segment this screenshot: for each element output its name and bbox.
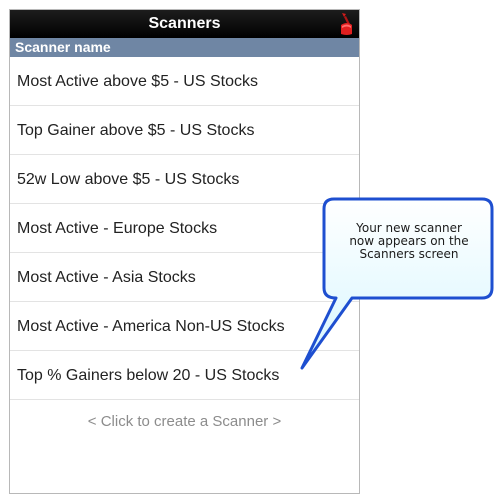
callout-line: Scanners screen bbox=[359, 247, 459, 261]
list-item[interactable]: Top Gainer above $5 - US Stocks bbox=[10, 106, 359, 155]
title-bar: Scanners bbox=[10, 10, 359, 38]
red-flag-icon[interactable] bbox=[337, 12, 355, 36]
page-title: Scanners bbox=[148, 15, 221, 32]
create-scanner-button[interactable]: < Click to create a Scanner > bbox=[10, 400, 359, 444]
list-item[interactable]: Most Active above $5 - US Stocks bbox=[10, 57, 359, 106]
column-header-scanner-name: Scanner name bbox=[10, 38, 359, 57]
callout-text: Your new scanner now appears on the Scan… bbox=[334, 222, 484, 261]
